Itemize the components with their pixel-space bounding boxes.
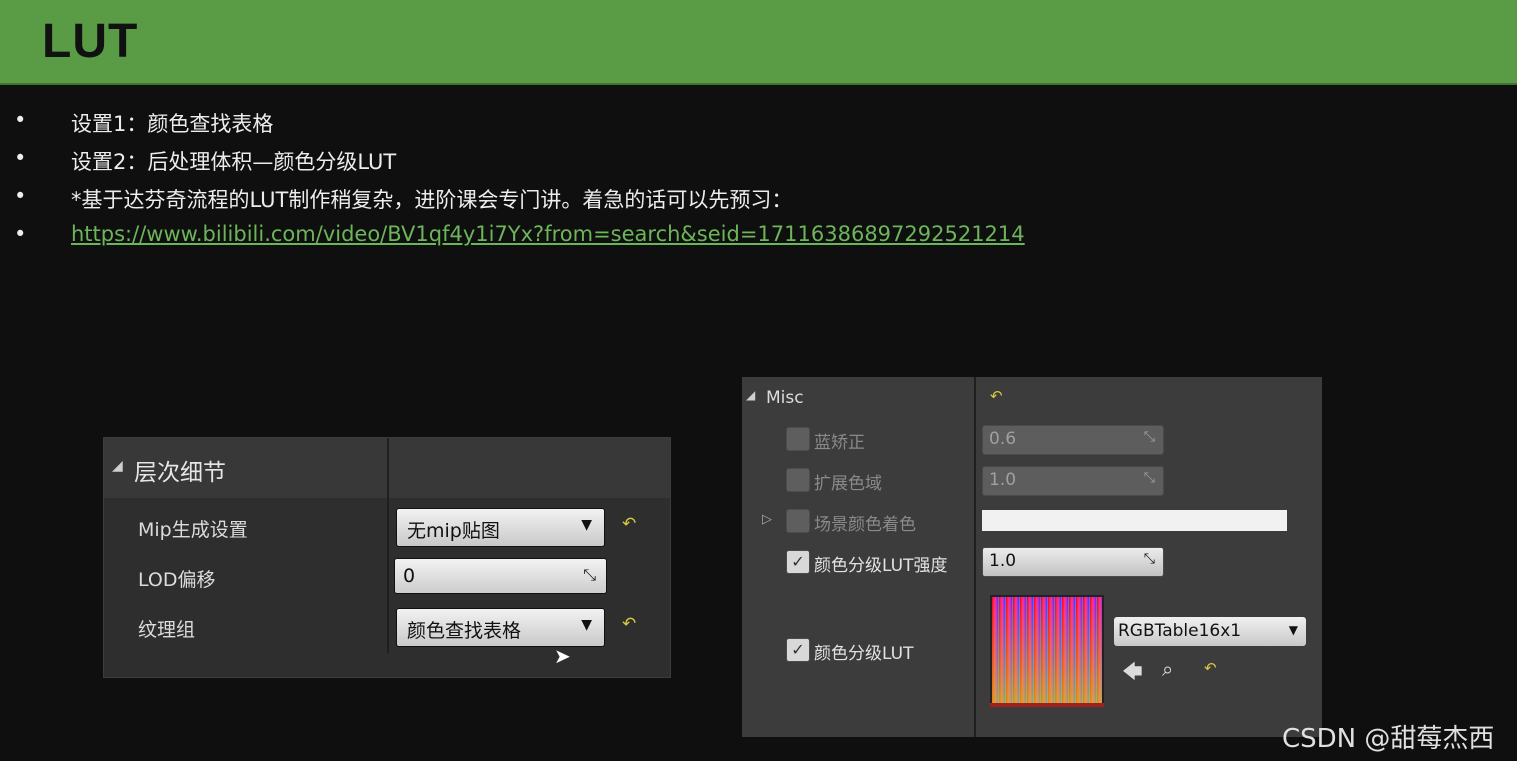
lut-intensity-value: 1.0 — [989, 551, 1017, 571]
bullet-dot: • — [14, 222, 27, 246]
blue-correction-label: 蓝矫正 — [814, 433, 865, 453]
lut-texture-thumbnail[interactable] — [990, 595, 1104, 707]
bullet-text: 设置1：颜色查找表格 — [71, 112, 274, 136]
reset-icon[interactable]: ↶ — [622, 514, 636, 534]
bilibili-link[interactable]: https://www.bilibili.com/video/BV1qf4y1i… — [71, 222, 1025, 246]
mouse-cursor-icon: ➤ — [554, 644, 571, 668]
lut-asset-value: RGBTable16x1 — [1118, 621, 1242, 641]
expand-icon[interactable]: ▷ — [762, 512, 772, 527]
bullet-text: *基于达芬奇流程的LUT制作稍复杂，进阶课会专门讲。着急的话可以先预习： — [71, 188, 793, 212]
lut-asset-dropdown[interactable]: RGBTable16x1 ▼ — [1114, 617, 1306, 646]
expand-gamut-row: 扩展色域 1.0 ⤡ — [742, 466, 1322, 496]
bullet-text: 设置2：后处理体积—颜色分级LUT — [71, 150, 397, 174]
texture-group-label: 纹理组 — [138, 619, 196, 641]
slide-header: LUT — [0, 0, 1517, 85]
reset-icon[interactable]: ↶ — [990, 387, 1003, 405]
resize-icon[interactable]: ⤡ — [583, 565, 596, 585]
lod-bias-input[interactable]: 0 ⤡ — [394, 558, 607, 594]
resize-icon[interactable]: ⤡ — [1144, 429, 1155, 445]
lut-checkbox[interactable]: ✓ — [786, 638, 810, 662]
reset-icon[interactable]: ↶ — [1204, 659, 1217, 677]
texture-group-row: 纹理组 颜色查找表格 ▼ ↶ — [104, 602, 670, 650]
lut-intensity-label: 颜色分级LUT强度 — [814, 556, 948, 576]
scene-color-tint-label: 场景颜色着色 — [814, 515, 916, 535]
expand-gamut-checkbox[interactable] — [786, 468, 810, 492]
slide-title: LUT — [42, 15, 139, 68]
collapse-icon[interactable]: ◢ — [112, 458, 123, 474]
dropdown-arrow-icon: ▼ — [581, 617, 592, 633]
lut-intensity-checkbox[interactable]: ✓ — [786, 550, 810, 574]
reset-icon[interactable]: ↶ — [622, 614, 636, 634]
expand-gamut-label: 扩展色域 — [814, 474, 882, 494]
texture-group-dropdown[interactable]: 颜色查找表格 ▼ — [396, 608, 605, 647]
resize-icon[interactable]: ⤡ — [1144, 551, 1155, 567]
bullet-dot: • — [14, 184, 27, 208]
mip-gen-label: Mip生成设置 — [138, 519, 248, 541]
lut-intensity-input[interactable]: 1.0 ⤡ — [982, 547, 1164, 577]
resize-icon[interactable]: ⤡ — [1144, 470, 1155, 486]
blue-correction-checkbox[interactable] — [786, 427, 810, 451]
blue-correction-value: 0.6 — [989, 429, 1017, 449]
lod-panel-title: 层次细节 — [134, 460, 226, 486]
scene-color-tint-row: ▷ 场景颜色着色 — [742, 508, 1322, 538]
lut-thumbnail-border — [990, 703, 1104, 707]
mip-gen-row: Mip生成设置 无mip贴图 ▼ ↶ — [104, 502, 670, 550]
scene-color-tint-checkbox[interactable] — [786, 509, 810, 533]
lut-intensity-row: ✓ 颜色分级LUT强度 1.0 ⤡ — [742, 547, 1322, 577]
scene-color-tint-swatch[interactable] — [982, 510, 1287, 531]
lod-bias-row: LOD偏移 0 ⤡ — [104, 552, 670, 600]
dropdown-arrow-icon: ▼ — [1288, 623, 1298, 637]
expand-gamut-value: 1.0 — [989, 470, 1017, 490]
lod-bias-label: LOD偏移 — [138, 569, 216, 591]
csdn-watermark: CSDN @甜莓杰西 — [1282, 724, 1495, 754]
mip-gen-dropdown[interactable]: 无mip贴图 ▼ — [396, 508, 605, 547]
expand-gamut-input[interactable]: 1.0 ⤡ — [982, 466, 1164, 496]
search-icon[interactable]: ⌕ — [1162, 657, 1173, 681]
misc-panel-title: Misc — [766, 388, 804, 408]
use-selected-arrow-icon[interactable]: 🡄 — [1122, 657, 1143, 691]
collapse-icon[interactable]: ◢ — [746, 388, 755, 402]
lut-label: 颜色分级LUT — [814, 644, 914, 664]
blue-correction-input[interactable]: 0.6 ⤡ — [982, 425, 1164, 455]
lod-bias-value: 0 — [403, 565, 416, 587]
lod-details-panel: ◢ 层次细节 Mip生成设置 无mip贴图 ▼ ↶ LOD偏移 0 ⤡ 纹理组 … — [103, 437, 671, 678]
bullet-dot: • — [14, 146, 27, 170]
dropdown-arrow-icon: ▼ — [581, 517, 592, 533]
mip-gen-value: 无mip贴图 — [407, 520, 500, 542]
texture-group-value: 颜色查找表格 — [407, 620, 522, 642]
misc-panel: ◢ Misc ↶ 蓝矫正 0.6 ⤡ 扩展色域 1.0 ⤡ ▷ 场景颜色着色 ✓… — [742, 377, 1322, 737]
bullet-dot: • — [14, 108, 27, 132]
blue-correction-row: 蓝矫正 0.6 ⤡ — [742, 425, 1322, 455]
